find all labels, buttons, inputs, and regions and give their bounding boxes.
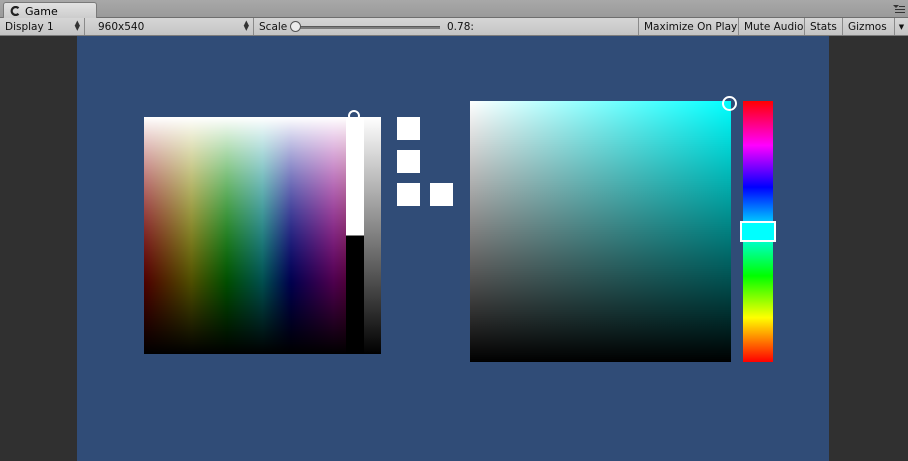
maximize-on-play-label: Maximize On Play (644, 20, 738, 33)
game-icon (10, 6, 20, 16)
dropdown-arrows-icon: ▲ ▼ (243, 19, 249, 32)
value-gradient-bar[interactable] (364, 117, 381, 354)
dropdown-arrows-icon: ▲ ▼ (74, 19, 80, 32)
panel-menu-icon[interactable] (893, 4, 905, 14)
color-swatch[interactable] (397, 183, 420, 206)
mute-audio-label: Mute Audio (744, 20, 804, 33)
tab-strip: Game (0, 0, 908, 19)
maximize-on-play-toggle[interactable]: Maximize On Play (639, 18, 739, 35)
resolution-dropdown[interactable]: 960x540 ▲ ▼ (93, 18, 254, 35)
scale-slider-track[interactable] (294, 26, 440, 29)
game-toolbar: Display 1 ▲ ▼ 960x540 ▲ ▼ Scale 0.78: Maxi… (0, 18, 908, 36)
display-dropdown-value: Display 1 (5, 20, 54, 33)
letterbox-left (0, 36, 77, 461)
hue-slider-handle[interactable] (740, 221, 776, 242)
letterbox-right (829, 36, 908, 461)
scale-label: Scale (259, 20, 288, 33)
stats-toggle[interactable]: Stats (805, 18, 843, 35)
color-swatch[interactable] (397, 117, 420, 140)
scale-value: 0.78: (447, 21, 474, 33)
gizmos-dropdown-icon[interactable]: ▼ (894, 18, 908, 35)
mute-audio-toggle[interactable]: Mute Audio (739, 18, 805, 35)
scale-slider-thumb[interactable] (290, 21, 301, 32)
gizmos-toggle[interactable]: Gizmos ▼ (843, 18, 908, 35)
color-swatch[interactable] (430, 183, 453, 206)
display-dropdown[interactable]: Display 1 ▲ ▼ (0, 18, 85, 35)
resolution-dropdown-value: 960x540 (98, 20, 145, 33)
saturation-value-cursor[interactable] (722, 96, 737, 111)
gizmos-label: Gizmos (848, 20, 887, 33)
value-slider[interactable] (346, 117, 364, 354)
color-swatch[interactable] (397, 150, 420, 173)
tab-game[interactable]: Game (3, 2, 97, 19)
saturation-value-square[interactable] (470, 101, 731, 362)
value-slider-cursor[interactable] (348, 110, 360, 122)
tab-label: Game (25, 4, 58, 18)
stats-label: Stats (810, 20, 837, 33)
